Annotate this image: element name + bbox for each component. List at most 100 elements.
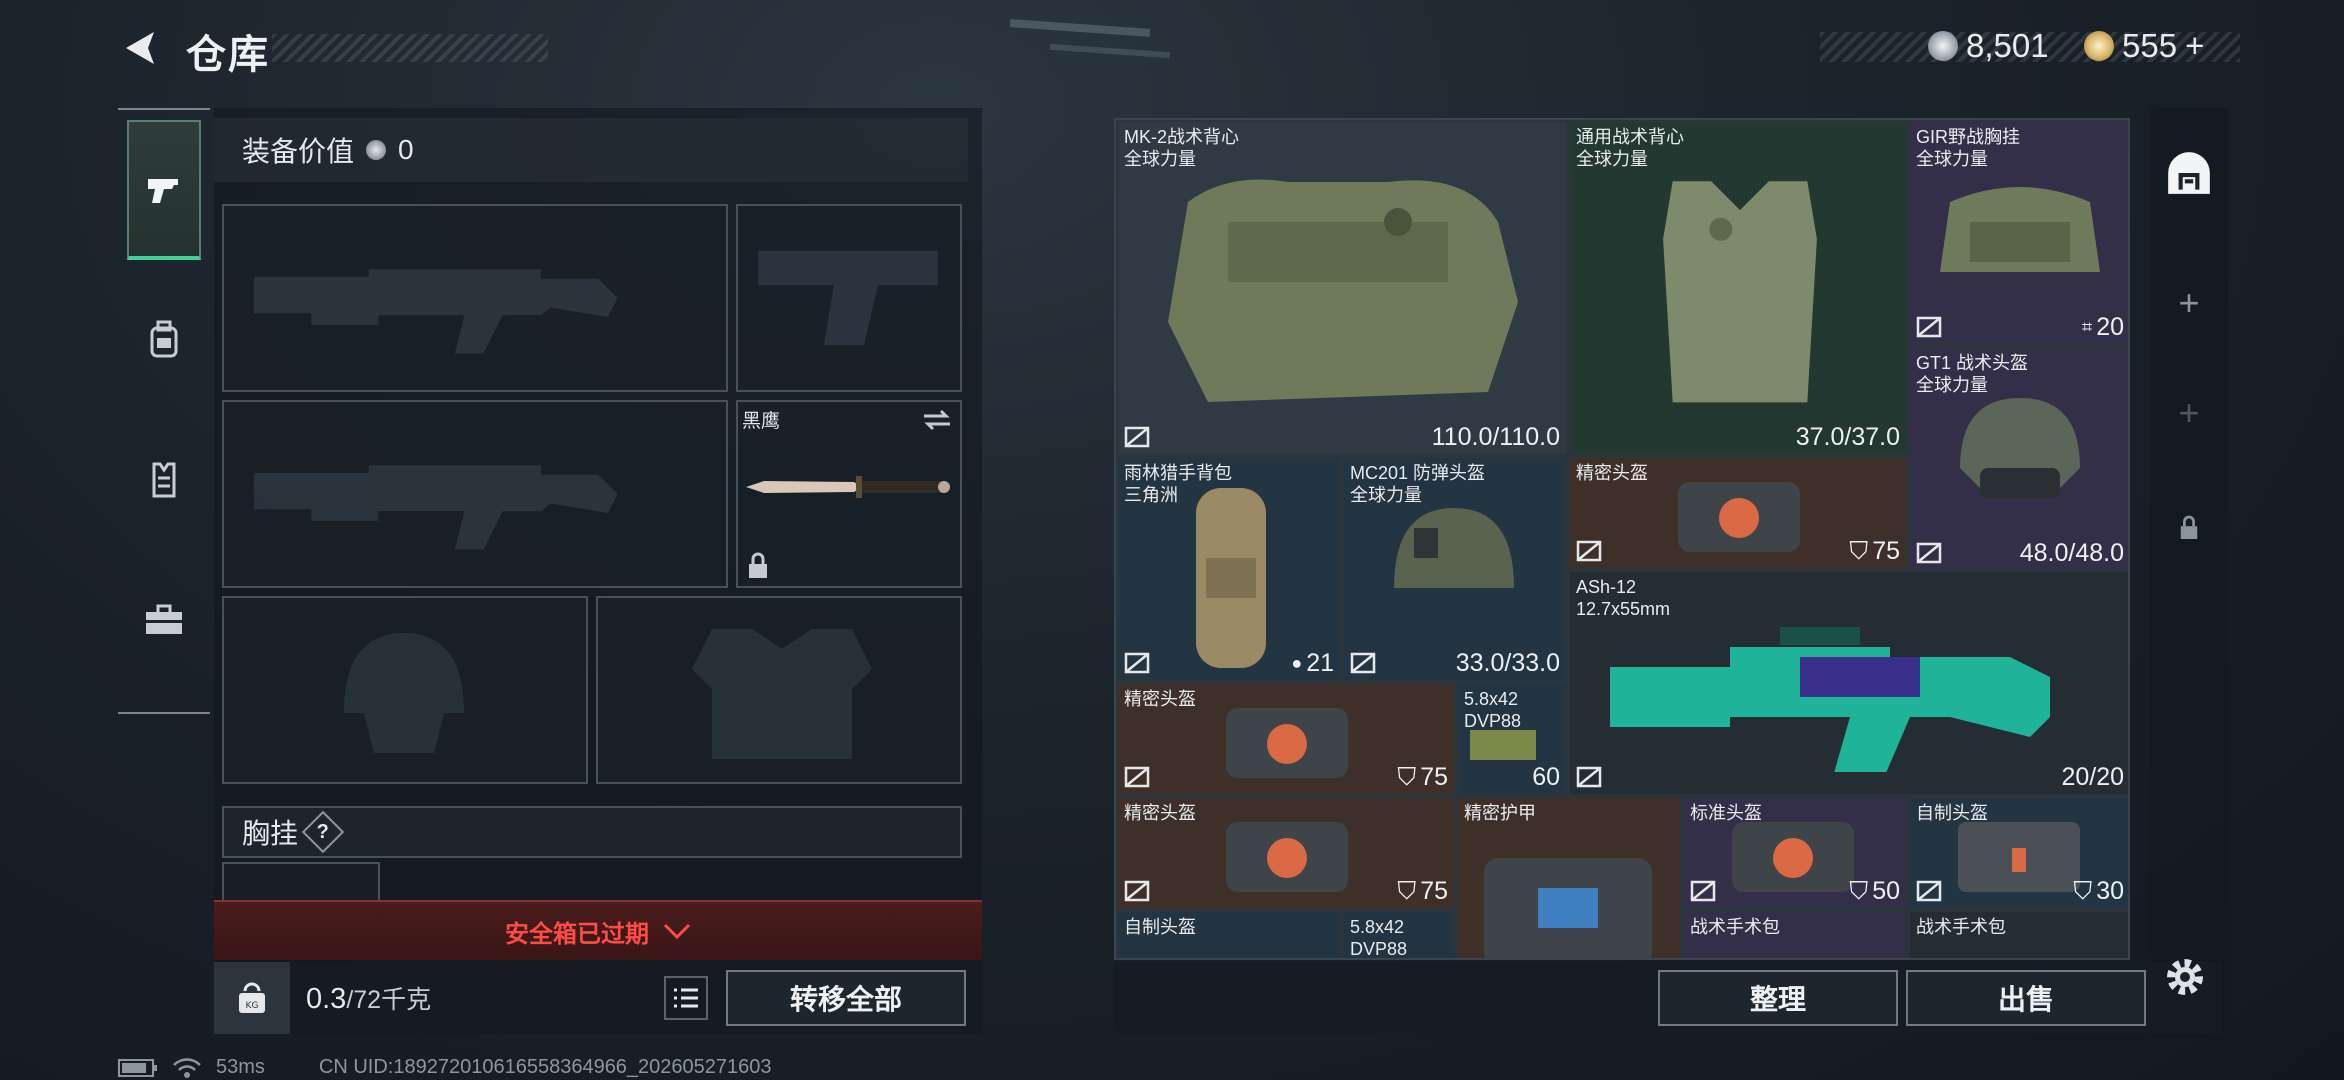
sort-button[interactable]: 整理 [1658,970,1898,1026]
case-image [1678,482,1800,552]
item-homemade-helmet[interactable]: 自制头盔 ⛉ 30 [1908,796,2128,910]
equipment-value-label: 装备价值 [242,136,355,167]
shield-icon: ⛉ [1397,763,1417,791]
capacity-icon: ⌗ [2082,317,2093,337]
chest-rig-section-header: 胸挂 ? [222,806,962,858]
capacity-badge: ⌗ 20 [2082,313,2124,341]
item-name: 精密头盔 [1124,689,1196,709]
add-storage-button[interactable]: + [2150,368,2228,458]
svg-text:KG: KG [246,1001,259,1011]
armor-level-badge: ⛉ 75 [1849,537,1900,565]
gold-currency[interactable]: 555 + [2084,27,2204,65]
secondary-weapon-slot[interactable] [222,400,728,588]
vest-image [1168,179,1518,402]
ammo-box-image [1470,730,1536,760]
item-name: 战术手术包 [1916,917,2006,937]
item-mk2-vest[interactable]: MK-2战术背心 全球力量 110.0/110.0 [1116,120,1568,456]
item-precision-armor[interactable]: 精密护甲 [1456,796,1682,958]
shield-icon: ⛉ [2073,877,2093,905]
title-stripe-decoration [272,34,548,62]
transfer-all-button[interactable]: 转移全部 [726,970,966,1026]
item-precision-helmet[interactable]: 精密头盔 ⛉ 75 [1116,796,1456,910]
item-standard-helmet[interactable]: 标准头盔 ⛉ 50 [1682,796,1908,910]
weight-icon: KG [239,982,265,1013]
help-icon[interactable]: ? [301,810,345,854]
bag-icon: ● [1291,653,1303,673]
chest-rig-image [1940,187,2100,272]
helmet-image [1394,508,1514,588]
plus-icon: + [2178,392,2200,433]
item-name: 精密头盔 [1576,463,1648,483]
capacity-badge: ● 21 [1291,649,1334,677]
helmet-silhouette-icon [344,633,464,753]
armor-silhouette-icon [692,629,872,759]
list-view-button[interactable] [664,976,708,1020]
uninsured-icon [1124,426,1150,448]
sell-button[interactable]: 出售 [1906,970,2146,1026]
pistol-slot[interactable] [736,204,962,392]
safebox-expired-text: 安全箱已过期 [505,920,649,948]
item-ammo-58x42[interactable]: 5.8x42 DVP88 [1342,910,1456,958]
item-ash12-rifle[interactable]: ASh-12 12.7x55mm 20/20 [1568,570,2128,796]
page-title: 仓库 [186,33,270,77]
ping-value: 53ms [216,1056,265,1078]
item-rainforest-backpack[interactable]: 雨林猎手背包 三角洲 ● 21 [1116,456,1342,682]
gear-icon[interactable] [2160,952,2210,1002]
case-image [1732,822,1854,892]
swap-icon[interactable] [922,408,952,432]
uninsured-icon [1916,880,1942,902]
uninsured-icon [1576,766,1602,788]
uninsured-icon [1916,316,1942,338]
rifle-silhouette-icon [254,465,618,550]
rifle-image [1610,627,2050,772]
uninsured-icon [1124,880,1150,902]
durability: 33.0/33.0 [1455,649,1560,677]
item-homemade-helmet[interactable]: 自制头盔 [1116,910,1342,958]
armor-level-badge: ⛉ 50 [1849,877,1900,905]
weight-lock-button[interactable]: KG [214,962,290,1034]
gold-amount: 555 [2122,27,2178,64]
silver-amount: 8,501 [1966,27,2049,64]
light-streak [1049,43,1171,59]
rifle-silhouette-icon [254,269,618,354]
add-gold-icon[interactable]: + [2185,27,2204,65]
equipment-value: 0 [398,134,414,165]
item-general-vest[interactable]: 通用战术背心 全球力量 37.0/37.0 [1568,120,1908,456]
item-precision-helmet[interactable]: 精密头盔 ⛉ 75 [1568,456,1908,570]
item-gir-chest-rig[interactable]: GIR野战胸挂 全球力量 ⌗ 20 [1908,120,2128,346]
ammo-count: 20/20 [2061,763,2124,791]
chest-rig-slot[interactable] [222,862,380,902]
status-bar: 53ms CN UID:189272010616558364966_202605… [118,1056,772,1079]
armor-level-badge: ⛉ 30 [2073,877,2124,905]
tab-vest[interactable] [127,410,201,550]
silver-currency: 8,501 [1928,27,2049,65]
item-precision-helmet[interactable]: 精密头盔 ⛉ 75 [1116,682,1456,796]
armor-level-badge: ⛉ 75 [1397,877,1448,905]
safebox-expired-banner[interactable]: 安全箱已过期 [214,900,982,960]
item-surgical-kit[interactable]: 战术手术包 [1682,910,1908,958]
durability: 48.0/48.0 [2019,539,2124,567]
silver-coin-icon [1928,31,1958,61]
chest-rig-label: 胸挂 [242,818,299,849]
item-name: 精密头盔 [1124,803,1196,823]
back-arrow-icon[interactable] [118,26,162,70]
tab-weapon[interactable] [127,120,201,260]
uninsured-icon [1124,766,1150,788]
storage-filter-main[interactable] [2150,138,2228,208]
item-gt1-helmet[interactable]: GT1 战术头盔 全球力量 48.0/48.0 [1908,346,2128,572]
item-surgical-kit[interactable]: 战术手术包 [1908,910,2128,958]
gold-coin-icon [2084,31,2114,61]
storage-filter-bar: + + [2150,108,2228,1036]
tab-case[interactable] [127,550,201,690]
locked-storage-slot [2150,488,2228,568]
tab-backpack[interactable] [127,270,201,410]
helmet-slot[interactable] [222,596,588,784]
storage-grid: MK-2战术背心 全球力量 110.0/110.0 通用战术背心 全球力量 37.0… [1114,118,2130,960]
armor-slot[interactable] [596,596,962,784]
knife-image [746,476,950,498]
primary-weapon-slot[interactable] [222,204,728,392]
item-ammo-58x42[interactable]: 5.8x42 DVP88 60 [1456,682,1568,796]
chevron-down-icon [663,923,691,940]
item-mc201-helmet[interactable]: MC201 防弹头盔 全球力量 33.0/33.0 [1342,456,1568,682]
add-storage-button[interactable]: + [2150,258,2228,348]
